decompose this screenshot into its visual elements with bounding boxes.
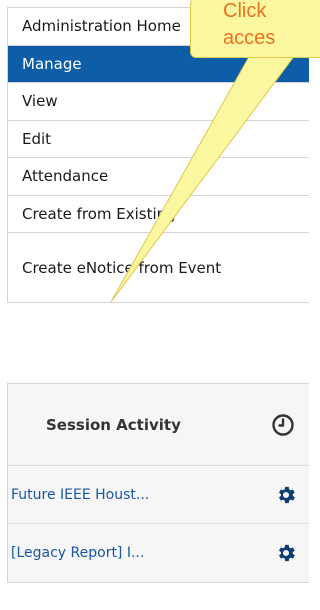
session-activity-row: Future IEEE Houst... [8,466,309,524]
session-activity-row: [Legacy Report] I... [8,524,309,582]
gear-icon[interactable] [275,542,297,564]
clock-icon[interactable] [271,413,295,437]
callout-line-2: acces [223,27,276,49]
session-activity-header: Session Activity [8,384,309,466]
session-activity-panel: Session Activity Future IEEE Houst... [L… [7,383,309,583]
gear-icon[interactable] [275,484,297,506]
session-activity-link[interactable]: [Legacy Report] I... [11,545,144,561]
session-activity-title: Session Activity [46,415,181,434]
session-activity-link[interactable]: Future IEEE Houst... [11,487,149,503]
callout-line-1: Click [223,0,267,22]
callout-text: Click acces [223,0,275,52]
callout-pointer [110,54,296,303]
